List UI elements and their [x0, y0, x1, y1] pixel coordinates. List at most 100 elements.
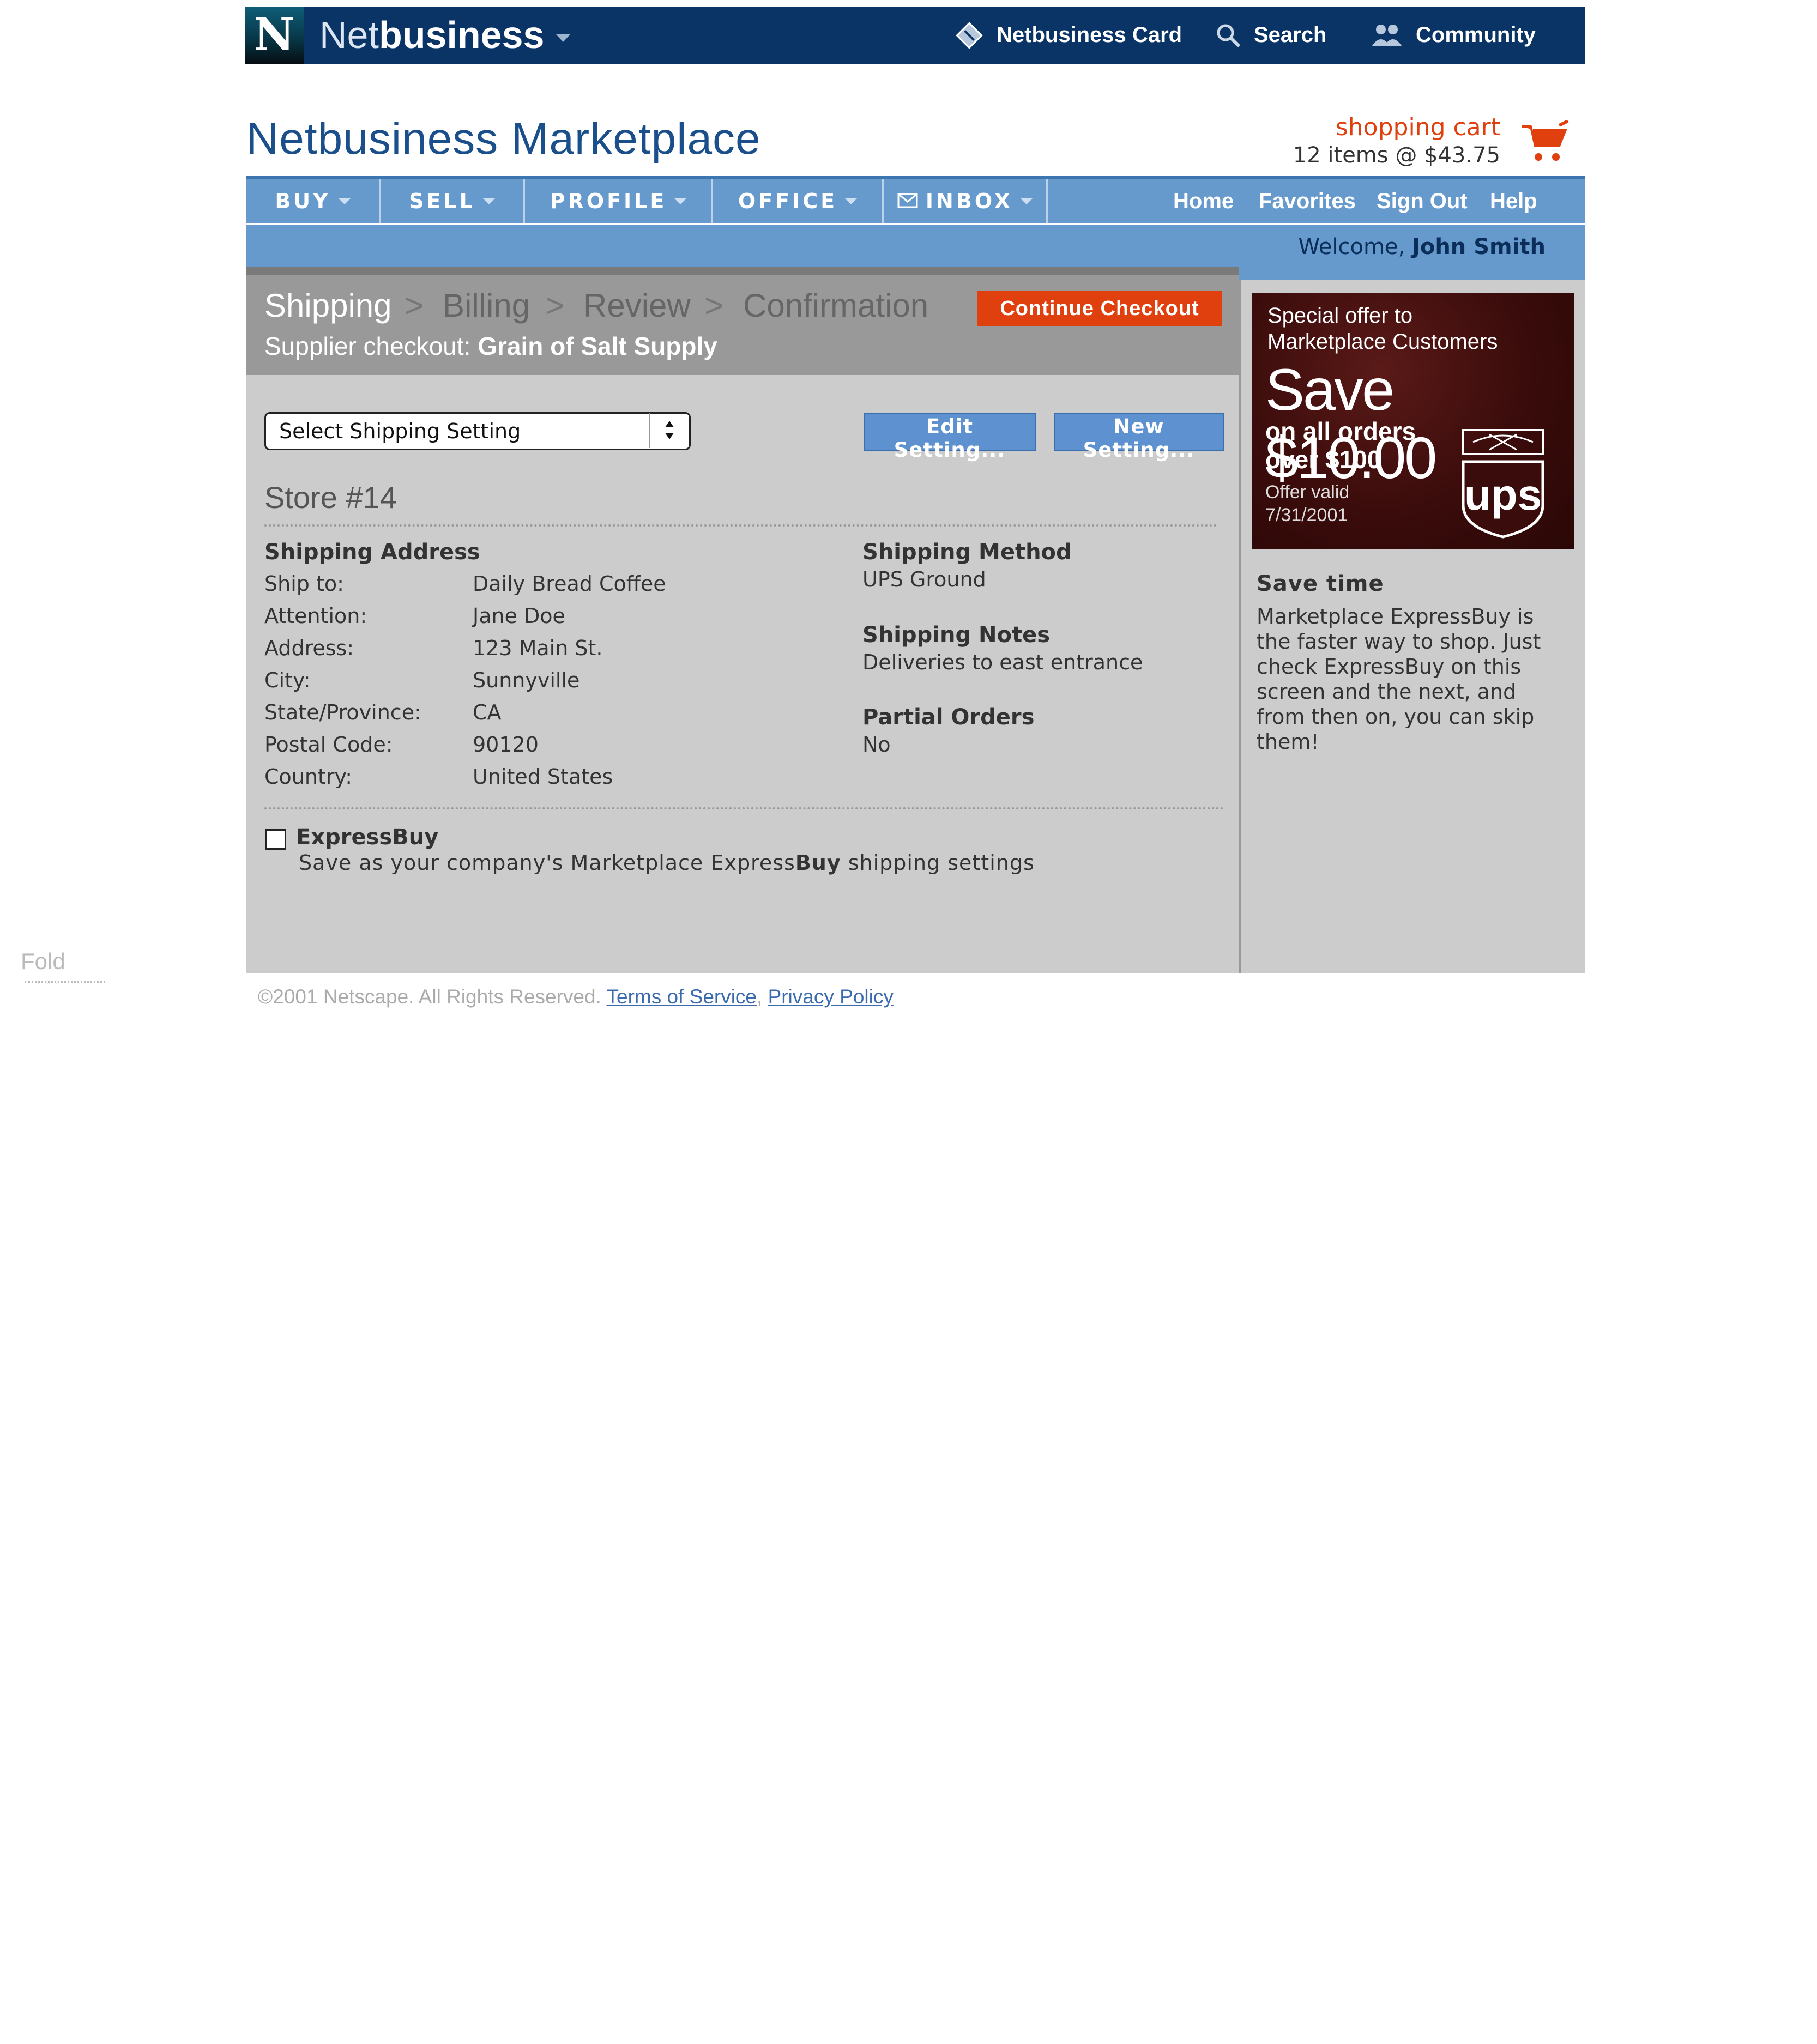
store-title: Store #14: [264, 480, 397, 515]
select-arrows-icon[interactable]: [649, 413, 689, 448]
nav-tab-label: OFFICE: [738, 189, 838, 213]
city-value: Sunnyville: [473, 668, 580, 692]
nav-tab-buy[interactable]: BUY: [246, 179, 379, 223]
postal-code-value: 90120: [473, 733, 539, 757]
nav-tab-label: INBOX: [925, 189, 1013, 213]
supplier-label: Supplier checkout:: [264, 332, 471, 360]
netbusiness-card-label: Netbusiness Card: [997, 23, 1182, 47]
terms-of-service-link[interactable]: Terms of Service: [607, 985, 757, 1008]
attention-value: Jane Doe: [473, 604, 565, 628]
expressbuy-desc-text: Save as your company's Marketplace Expre…: [299, 851, 795, 875]
netbusiness-brand-menu[interactable]: Netbusiness: [319, 8, 571, 62]
promo-offer-valid: Offer valid 7/31/2001: [1265, 481, 1349, 527]
state-label: State/Province:: [264, 700, 421, 724]
shipping-address-heading: Shipping Address: [264, 540, 480, 565]
community-icon: [1370, 22, 1404, 49]
chevron-down-icon: [338, 198, 351, 204]
step-shipping: Shipping: [264, 287, 392, 324]
promo-condition: on all orders over $100: [1265, 417, 1416, 474]
nav-tab-label: BUY: [275, 189, 331, 213]
community-link[interactable]: Community: [1370, 7, 1536, 64]
edit-setting-button[interactable]: Edit Setting...: [864, 413, 1036, 462]
step-separator: >: [405, 287, 424, 324]
promo-intro: Special offer to Marketplace Customers: [1267, 303, 1498, 355]
expressbuy-desc-text: shipping settings: [841, 851, 1035, 875]
nav-tab-sell[interactable]: SELL: [381, 179, 523, 223]
community-label: Community: [1416, 23, 1536, 47]
partial-orders-heading: Partial Orders: [862, 705, 1035, 730]
divider: [264, 807, 1224, 809]
supplier-checkout: Supplier checkout: Grain of Salt Supply: [264, 331, 717, 361]
footer-comma: ,: [757, 985, 763, 1008]
new-setting-button[interactable]: New Setting...: [1054, 413, 1224, 462]
shipping-setting-value: Select Shipping Setting: [279, 419, 521, 443]
shipping-notes-value: Deliveries to east entrance: [862, 650, 1143, 674]
nav-tab-office[interactable]: OFFICE: [713, 179, 882, 223]
nav-tab-inbox[interactable]: INBOX: [884, 179, 1046, 223]
search-icon: [1215, 22, 1242, 49]
brand-suffix: business: [378, 14, 545, 56]
step-review: Review: [583, 287, 691, 324]
fold-line: [25, 981, 105, 983]
postal-code-label: Postal Code:: [264, 733, 393, 757]
step-confirmation: Confirmation: [743, 287, 929, 324]
promo-line: Marketplace Customers: [1267, 330, 1498, 354]
chevron-down-icon: [1021, 198, 1033, 204]
brand-prefix: Net: [319, 14, 379, 56]
city-label: City:: [264, 668, 311, 692]
netscape-logo[interactable]: N: [245, 7, 304, 64]
privacy-policy-link[interactable]: Privacy Policy: [768, 985, 894, 1008]
continue-checkout-button[interactable]: Continue Checkout: [977, 291, 1222, 326]
step-separator: >: [545, 287, 565, 324]
expressbuy-description: Save as your company's Marketplace Expre…: [299, 851, 1035, 875]
envelope-icon: [897, 179, 918, 223]
sign-out-link[interactable]: Sign Out: [1377, 179, 1468, 223]
nav-divider: [1046, 179, 1048, 223]
attention-label: Attention:: [264, 604, 367, 628]
promo-line: on all orders: [1265, 417, 1416, 445]
save-time-text: Marketplace ExpressBuy is the faster way…: [1257, 604, 1541, 754]
step-billing: Billing: [443, 287, 530, 324]
shopping-cart-icon[interactable]: [1519, 119, 1571, 167]
fold-label: Fold: [21, 948, 65, 974]
address-value: 123 Main St.: [473, 636, 603, 660]
state-value: CA: [473, 700, 502, 724]
search-link[interactable]: Search: [1215, 7, 1326, 64]
user-name: John Smith: [1411, 234, 1546, 259]
ups-promo-banner[interactable]: Special offer to Marketplace Customers S…: [1252, 293, 1574, 549]
promo-line: over $100: [1265, 445, 1381, 474]
ship-to-value: Daily Bread Coffee: [473, 572, 666, 596]
shipping-method-value: UPS Ground: [862, 567, 986, 591]
nav-tab-profile[interactable]: PROFILE: [525, 179, 711, 223]
chevron-down-icon: [482, 198, 495, 204]
promo-line: Offer valid: [1265, 482, 1350, 503]
shipping-notes-heading: Shipping Notes: [862, 622, 1051, 648]
expressbuy-checkbox[interactable]: [265, 829, 286, 850]
welcome-prefix: Welcome,: [1298, 234, 1405, 259]
ups-logo-text: ups: [1464, 470, 1542, 519]
welcome-message: Welcome, John Smith: [1254, 225, 1546, 269]
country-value: United States: [473, 765, 613, 789]
supplier-name: Grain of Salt Supply: [478, 332, 717, 360]
chevron-down-icon: [845, 198, 858, 204]
chevron-down-icon: [674, 198, 687, 204]
expressbuy-desc-bold: Buy: [795, 851, 841, 875]
partial-orders-value: No: [862, 733, 891, 757]
marketplace-title: Netbusiness Marketplace: [246, 114, 761, 164]
favorites-link[interactable]: Favorites: [1259, 179, 1356, 223]
expressbuy-label[interactable]: ExpressBuy: [296, 825, 438, 850]
shipping-method-heading: Shipping Method: [862, 540, 1072, 565]
footer: ©2001 Netscape. All Rights Reserved. Ter…: [258, 985, 894, 1008]
netbusiness-card-link[interactable]: Netbusiness Card: [954, 7, 1182, 64]
help-link[interactable]: Help: [1490, 179, 1537, 223]
shopping-cart-link[interactable]: shopping cart: [1254, 113, 1500, 141]
copyright-text: ©2001 Netscape. All Rights Reserved.: [258, 985, 601, 1008]
ups-logo: ups: [1457, 424, 1549, 543]
home-link[interactable]: Home: [1173, 179, 1234, 223]
step-separator: >: [704, 287, 724, 324]
address-label: Address:: [264, 636, 354, 660]
cart-summary: 12 items @ $43.75: [1293, 143, 1500, 168]
ship-to-label: Ship to:: [264, 572, 344, 596]
promo-line: 7/31/2001: [1265, 505, 1348, 525]
divider: [264, 524, 1217, 527]
